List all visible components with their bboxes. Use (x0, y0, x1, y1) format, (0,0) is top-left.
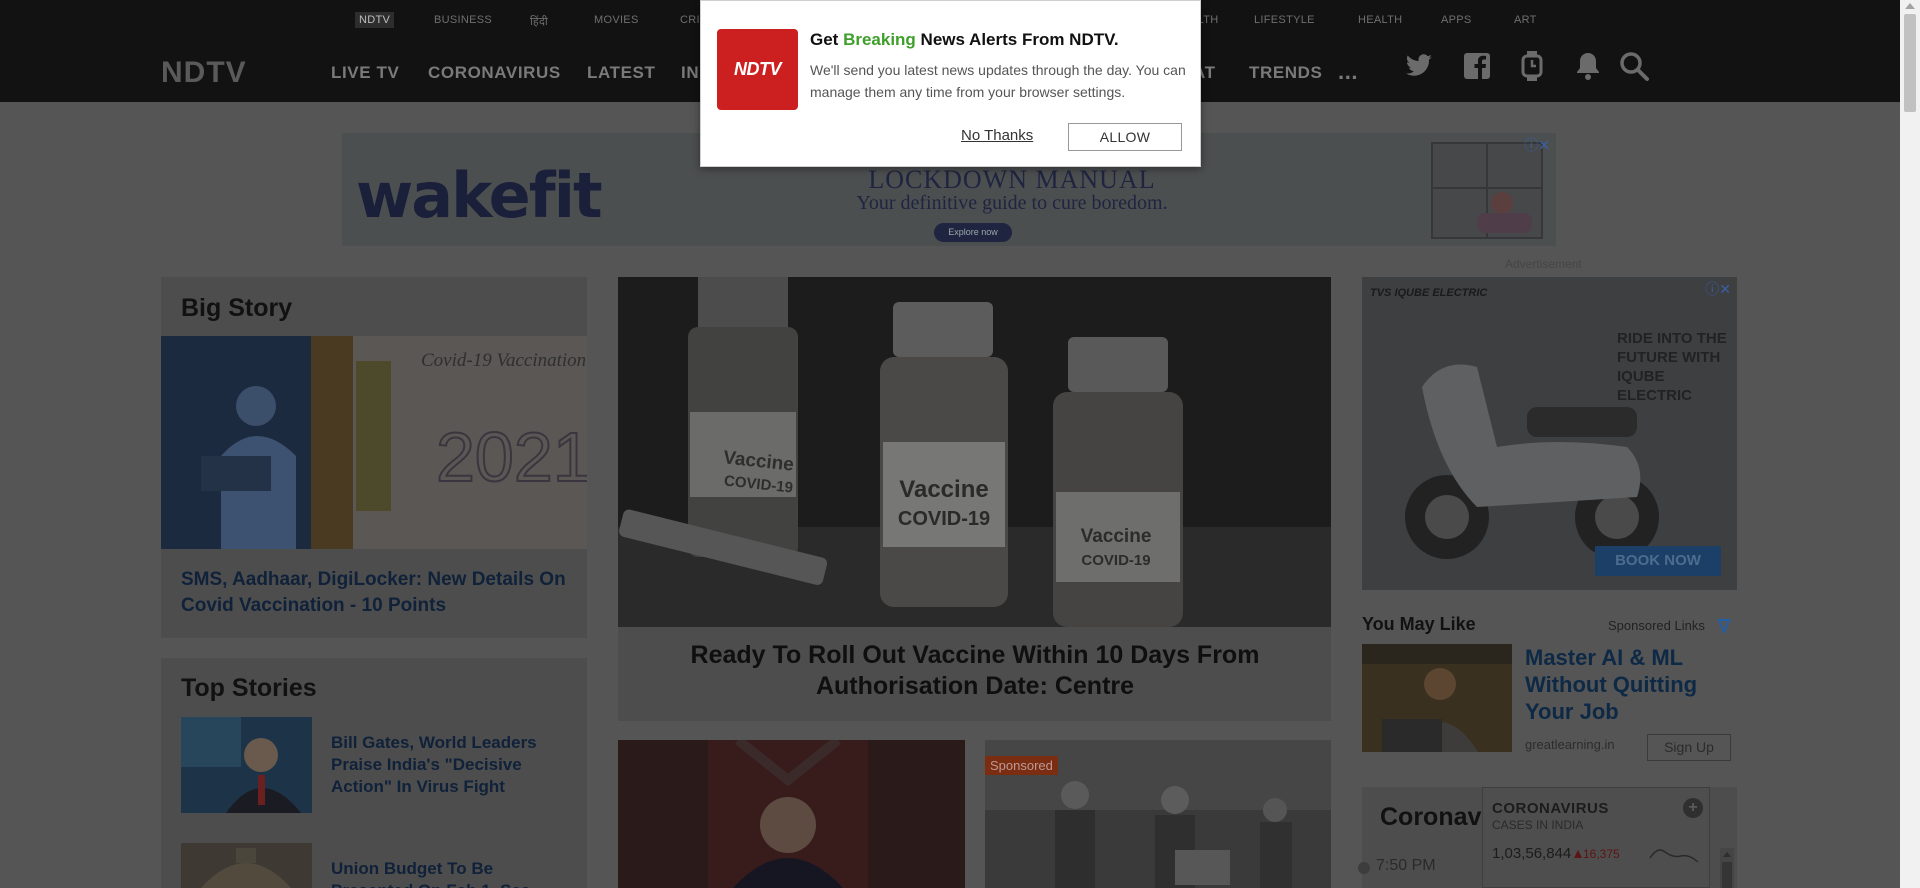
sign-up-button[interactable]: Sign Up (1647, 734, 1731, 761)
big-story-image[interactable]: Covid-19 Vaccination 2021 (161, 336, 587, 549)
subnav-hindi[interactable]: हिंदी (530, 14, 548, 29)
subnav-ndtv[interactable]: NDTV (355, 12, 395, 28)
bill-gates-photo (181, 717, 312, 813)
book-now-button[interactable]: BOOK NOW (1595, 546, 1721, 576)
scroll-up-arrow-icon[interactable] (1905, 3, 1915, 9)
you-may-like-headline[interactable]: Master AI & ML Without Quitting Your Job (1525, 644, 1715, 725)
svg-text:NDTV: NDTV (161, 57, 247, 87)
svg-text:COVID-19: COVID-19 (1081, 552, 1150, 569)
boris-johnson-photo (618, 740, 965, 888)
taboola-icon[interactable] (1716, 618, 1732, 634)
vaccine-vials-photo: Vaccine COVID-19 Vaccine COVID-19 Vaccin… (618, 277, 1331, 627)
ndtv-logo[interactable]: NDTV (161, 57, 287, 87)
svg-text:2021: 2021 (436, 418, 587, 496)
big-story-title: Big Story (181, 294, 293, 322)
twitter-icon[interactable] (1402, 50, 1434, 82)
top-story-2-headline[interactable]: Union Budget To Be Presented On Feb 1, S… (331, 858, 546, 888)
popup-title-highlight: Breaking (843, 30, 916, 49)
popup-title-pre: Get (810, 30, 844, 49)
coronavirus-widget-title: CORONAVIRUS (1492, 800, 1609, 817)
search-icon[interactable] (1618, 50, 1650, 82)
top-stories-title: Top Stories (181, 674, 317, 702)
svg-text:Vaccine: Vaccine (899, 476, 988, 503)
smartwatch-icon[interactable] (1516, 50, 1548, 82)
subnav-business[interactable]: BUSINESS (434, 14, 492, 26)
tvs-brand: TVS IQUBE ELECTRIC (1370, 287, 1488, 299)
popup-title-post: News Alerts From NDTV. (915, 30, 1119, 49)
you-may-like-title: You May Like (1362, 614, 1476, 634)
svg-text:COVID-19: COVID-19 (898, 508, 990, 530)
right-advertisement[interactable]: TVS IQUBE ELECTRIC RIDE INTO THE FUTURE … (1362, 277, 1737, 590)
coronavirus-widget[interactable]: CORONAVIRUS CASES IN INDIA 1,03,56,844 1… (1482, 787, 1710, 888)
parliament-photo (181, 843, 312, 888)
nav-india[interactable]: IN (681, 63, 699, 83)
ad-close-icon[interactable]: ⓘ✕ (1705, 279, 1731, 299)
page-scrollbar[interactable] (1900, 0, 1920, 888)
facebook-icon[interactable] (1461, 50, 1493, 82)
you-may-like-image[interactable] (1362, 644, 1512, 752)
ad-choices-icon[interactable]: ⓘ✕ (1524, 135, 1550, 155)
coronavirus-time: 7:50 PM (1376, 857, 1436, 874)
top-story-2-image[interactable] (181, 843, 312, 888)
you-may-like-source: greatlearning.in (1525, 737, 1615, 752)
lead-story-image[interactable]: Vaccine COVID-19 Vaccine COVID-19 Vaccin… (618, 277, 1331, 627)
nav-coronavirus[interactable]: CORONAVIRUS (428, 63, 561, 83)
bell-icon[interactable] (1572, 50, 1604, 82)
right-ad-text: RIDE INTO THE FUTURE WITH IQUBE ELECTRIC (1617, 330, 1727, 404)
svg-text:Covid-19 Vaccination: Covid-19 Vaccination (421, 350, 586, 371)
up-arrow-icon (1574, 850, 1582, 858)
cases-delta: 16,375 (1583, 847, 1620, 861)
ad-subtitle: Your definitive guide to cure boredom. (856, 192, 1168, 214)
allow-button[interactable]: ALLOW (1068, 123, 1182, 151)
timeline-dot-icon (1358, 862, 1370, 874)
sponsored-links-label[interactable]: Sponsored Links (1608, 618, 1705, 633)
expand-plus-icon[interactable]: + (1683, 798, 1703, 818)
subnav-apps[interactable]: APPS (1441, 14, 1472, 26)
cases-count: 1,03,56,844 (1492, 845, 1572, 862)
notification-permission-popup: NDTV Get Breaking News Alerts From NDTV.… (700, 0, 1201, 167)
widget-scroll-up-icon[interactable] (1723, 852, 1731, 857)
scrollbar-thumb[interactable] (1904, 14, 1916, 112)
nav-trends[interactable]: TRENDS (1249, 63, 1323, 83)
subnav-cricket[interactable]: CRI (680, 14, 700, 26)
lead-story-headline[interactable]: Ready To Roll Out Vaccine Within 10 Days… (640, 640, 1310, 702)
scooter-image (1362, 277, 1737, 590)
vaccination-photo: Covid-19 Vaccination 2021 (161, 336, 587, 549)
popup-logo-text: NDTV (734, 59, 782, 79)
top-story-1-headline[interactable]: Bill Gates, World Leaders Praise India's… (331, 732, 546, 798)
subnav-art[interactable]: ART (1514, 14, 1537, 26)
trend-sparkline (1649, 849, 1699, 863)
ad-title: LOCKDOWN MANUAL (868, 165, 1156, 194)
top-story-1-image[interactable] (181, 717, 312, 813)
advertisement-label: Advertisement (1505, 257, 1582, 271)
coronavirus-title: Coronavi (1380, 803, 1489, 831)
big-story-headline[interactable]: SMS, Aadhaar, DigiLocker: New Details On… (181, 567, 581, 619)
popup-title: Get Breaking News Alerts From NDTV. (810, 30, 1119, 50)
nav-live-tv[interactable]: LIVE TV (331, 63, 399, 83)
subnav-health[interactable]: HEALTH (1358, 14, 1402, 26)
no-thanks-button[interactable]: No Thanks (961, 127, 1033, 144)
nav-more[interactable]: ... (1338, 59, 1358, 85)
story-boris-image[interactable] (618, 740, 965, 888)
popup-ndtv-logo: NDTV (717, 29, 798, 110)
popup-body: We'll send you latest news updates throu… (810, 62, 1186, 100)
subnav-lifestyle[interactable]: LIFESTYLE (1254, 14, 1315, 26)
sponsored-badge: Sponsored (985, 756, 1058, 775)
student-laptop-photo (1362, 644, 1512, 752)
widget-scroll-thumb[interactable] (1722, 862, 1732, 888)
coronavirus-widget-subtitle: CASES IN INDIA (1492, 818, 1584, 832)
widget-scrollbar[interactable] (1720, 848, 1734, 888)
svg-text:Vaccine: Vaccine (1081, 526, 1152, 547)
subnav-movies[interactable]: MOVIES (594, 14, 639, 26)
nav-latest[interactable]: LATEST (587, 63, 655, 83)
ad-explore-button[interactable]: Explore now (934, 223, 1012, 242)
ad-brand: wakefit (356, 159, 603, 232)
